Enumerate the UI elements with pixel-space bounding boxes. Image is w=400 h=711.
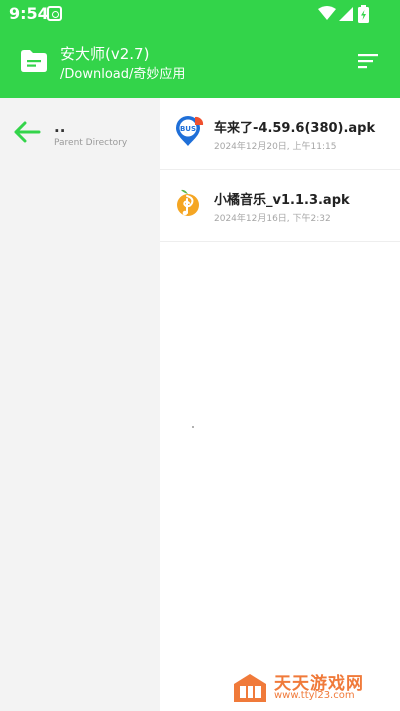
status-bar: 9:54 (0, 0, 400, 28)
file-date: 2024年12月16日, 下午2:32 (214, 214, 331, 224)
site-watermark: 天天游戏网 www.ttyl23.com (232, 669, 392, 707)
watermark-url: www.ttyl23.com (274, 690, 355, 701)
status-time: 9:54 (9, 4, 49, 23)
svg-text:BUS: BUS (180, 125, 196, 133)
parent-directory-button[interactable]: .. Parent Directory (0, 108, 160, 160)
parent-directory-symbol: .. (54, 118, 66, 136)
sort-button[interactable] (354, 49, 382, 73)
sort-icon (358, 54, 378, 69)
notification-app-icon (47, 6, 62, 21)
file-item-chelaile[interactable]: BUS 车来了-4.59.6(380).apk 2024年12月20日, 上午1… (160, 98, 400, 170)
folder-icon (21, 50, 47, 72)
stray-dot (192, 426, 194, 428)
app-header: 9:54 安大师(v2.7) /Download/奇妙应用 (0, 0, 400, 98)
battery-icon (358, 5, 369, 23)
file-list: BUS 车来了-4.59.6(380).apk 2024年12月20日, 上午1… (160, 98, 400, 242)
wifi-icon (318, 6, 336, 20)
orange-music-app-icon (177, 189, 199, 216)
file-item-xiaoju-music[interactable]: 小橘音乐_v1.1.3.apk 2024年12月16日, 下午2:32 (160, 170, 400, 242)
file-name: 车来了-4.59.6(380).apk (214, 121, 376, 136)
back-arrow-icon (14, 121, 41, 143)
signal-icon (339, 7, 353, 21)
file-date: 2024年12月20日, 上午11:15 (214, 142, 337, 152)
bus-app-icon: BUS (176, 116, 204, 146)
file-name: 小橘音乐_v1.1.3.apk (214, 193, 350, 208)
app-title: 安大师(v2.7) (60, 45, 150, 63)
watermark-logo-icon (234, 674, 266, 702)
current-path: /Download/奇妙应用 (60, 67, 186, 82)
parent-directory-panel: .. Parent Directory (0, 98, 160, 711)
parent-directory-label: Parent Directory (54, 138, 128, 148)
